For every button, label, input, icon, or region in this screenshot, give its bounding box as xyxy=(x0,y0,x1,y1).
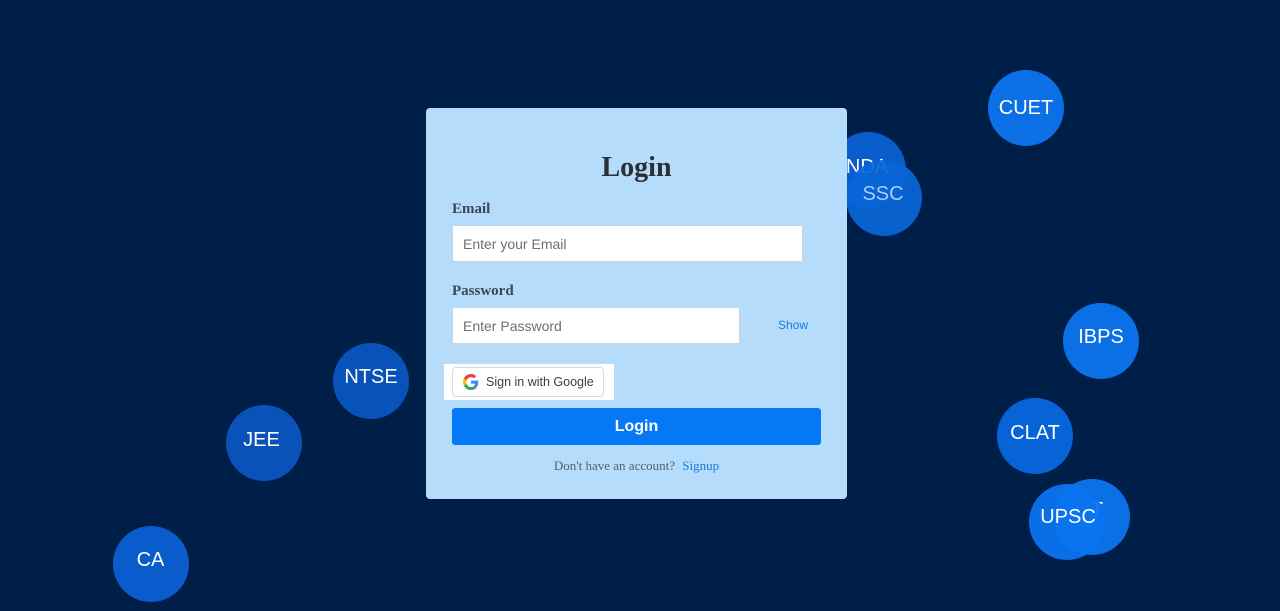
exam-bubble-label: NTSE xyxy=(344,365,398,388)
exam-bubble-label: IBPS xyxy=(1078,325,1124,348)
email-label: Email xyxy=(452,201,491,217)
exam-bubble-clat: CLAT xyxy=(997,398,1073,474)
exam-bubble-label: JEE xyxy=(243,428,280,451)
exam-bubble-label: CLAT xyxy=(1010,421,1060,444)
exam-bubble-cuet: CUET xyxy=(988,70,1064,146)
signup-link[interactable]: Signup xyxy=(682,458,719,473)
email-field[interactable] xyxy=(452,225,803,262)
exam-bubble-ssc: SSC xyxy=(846,160,922,236)
exam-bubble-label: CA xyxy=(136,548,165,571)
exam-bubble-jee: JEE xyxy=(226,405,302,481)
login-card: Login Email Password Show Sign in with G… xyxy=(426,108,847,499)
google-signin-container: Sign in with Google xyxy=(444,364,614,400)
exam-bubble-ibps: IBPS xyxy=(1063,303,1139,379)
exam-bubble-label: UPSC xyxy=(1040,505,1096,528)
login-button[interactable]: Login xyxy=(452,408,821,445)
google-signin-label: Sign in with Google xyxy=(486,375,594,389)
login-title: Login xyxy=(601,152,672,183)
exam-bubble-ca: CA xyxy=(113,526,189,602)
password-label: Password xyxy=(452,283,514,299)
exam-bubble-label: SSC xyxy=(862,182,904,205)
no-account-text: Don't have an account? xyxy=(553,458,675,473)
google-signin-button[interactable]: Sign in with Google xyxy=(452,367,604,397)
google-icon xyxy=(463,374,479,390)
exam-bubble-upsc: UPSC xyxy=(1029,484,1105,560)
exam-bubble-label: CUET xyxy=(998,96,1054,119)
password-field[interactable] xyxy=(452,307,740,344)
show-password-toggle[interactable]: Show xyxy=(778,318,808,332)
exam-bubble-ntse: NTSE xyxy=(333,343,409,419)
signup-row: Don't have an account? Signup xyxy=(426,458,847,474)
